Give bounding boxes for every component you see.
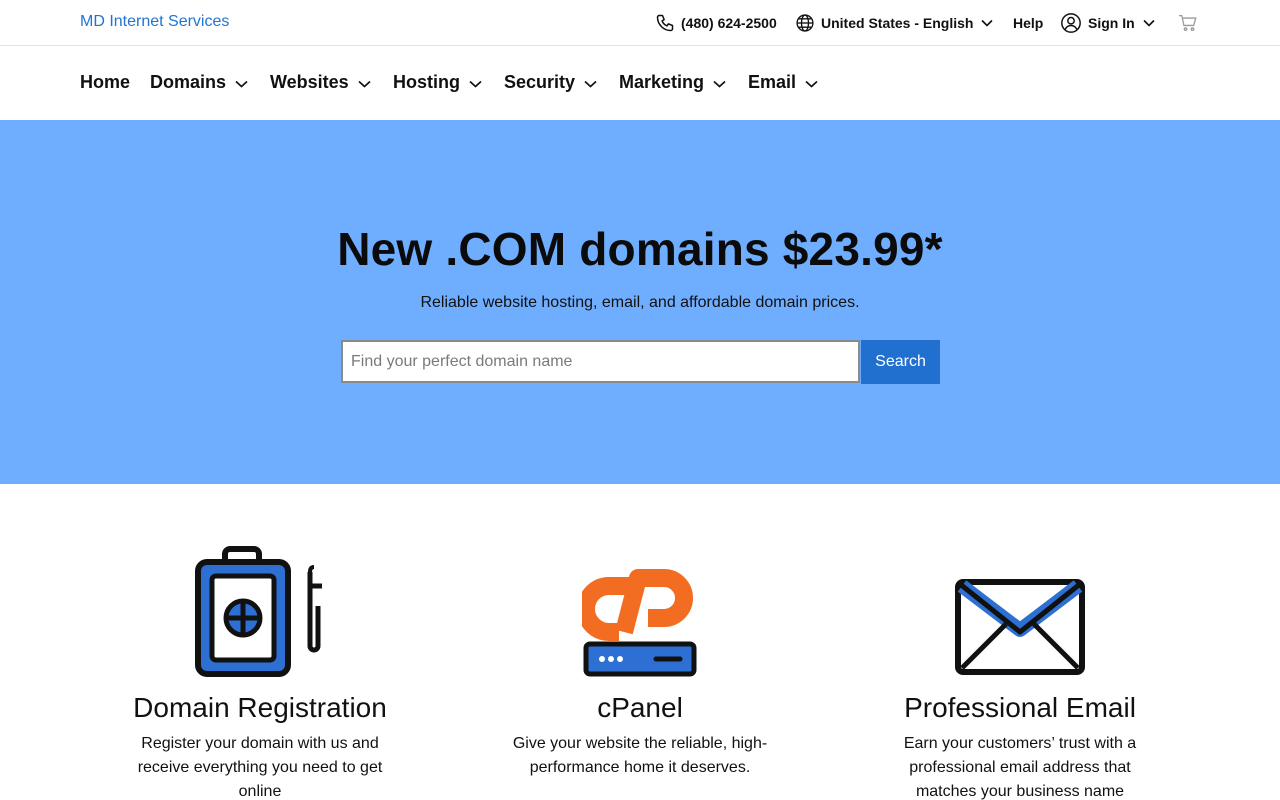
- cart-button[interactable]: [1178, 0, 1198, 46]
- feature-professional-email: Professional Email Earn your customers’ …: [840, 540, 1200, 800]
- chevron-down-icon: [235, 72, 248, 93]
- feature-title: cPanel: [597, 692, 683, 723]
- nav-item-label: Security: [504, 72, 576, 92]
- help-link[interactable]: Help: [1013, 0, 1043, 46]
- cart-icon: [1178, 14, 1198, 32]
- language-label: United States - English: [821, 15, 974, 31]
- nav-item-marketing[interactable]: Marketing: [619, 72, 726, 93]
- nav-item-label: Email: [748, 72, 797, 92]
- search-button[interactable]: Search: [861, 340, 940, 384]
- nav-item-label: Websites: [270, 72, 349, 92]
- nav-item-home[interactable]: Home: [80, 72, 130, 93]
- feature-cpanel: cPanel Give your website the reliable, h…: [460, 540, 820, 780]
- main-nav: Home Domains Websites Hosting Security M…: [0, 46, 1280, 120]
- user-icon: [1060, 12, 1082, 34]
- chevron-down-icon: [805, 72, 818, 93]
- feature-description: Give your website the reliable, high-per…: [512, 735, 768, 776]
- nav-item-label: Marketing: [619, 72, 705, 92]
- chevron-down-icon: [1143, 19, 1155, 27]
- phone-link[interactable]: (480) 624-2500: [655, 0, 777, 46]
- email-envelope-icon: [840, 540, 1200, 678]
- feature-description: Register your domain with us and receive…: [137, 735, 383, 800]
- nav-item-email[interactable]: Email: [748, 72, 818, 93]
- chevron-down-icon: [713, 72, 726, 93]
- domain-registration-icon: [80, 540, 440, 678]
- nav-item-label: Domains: [150, 72, 227, 92]
- feature-domain-registration: Domain Registration Register your domain…: [80, 540, 440, 800]
- globe-icon: [795, 13, 815, 33]
- chevron-down-icon: [584, 72, 597, 93]
- sign-in-label: Sign In: [1088, 15, 1135, 31]
- nav-item-security[interactable]: Security: [504, 72, 597, 93]
- hero-subtitle: Reliable website hosting, email, and aff…: [420, 294, 860, 311]
- feature-title: Professional Email: [904, 692, 1136, 723]
- nav-item-label: Hosting: [393, 72, 460, 92]
- language-selector[interactable]: United States - English: [795, 0, 994, 46]
- phone-number: (480) 624-2500: [681, 15, 777, 31]
- chevron-down-icon: [358, 72, 371, 93]
- brand-logo-link[interactable]: MD Internet Services: [80, 13, 229, 31]
- sign-in-menu[interactable]: Sign In: [1060, 0, 1155, 46]
- feature-description: Earn your customers’ trust with a profes…: [903, 735, 1137, 800]
- cpanel-icon: [460, 540, 820, 678]
- nav-item-domains[interactable]: Domains: [150, 72, 248, 93]
- nav-item-websites[interactable]: Websites: [270, 72, 371, 93]
- phone-icon: [655, 13, 675, 33]
- hero-banner: New .COM domains $23.99* Reliable websit…: [0, 120, 1280, 484]
- chevron-down-icon: [469, 72, 482, 93]
- hero-title: New .COM domains $23.99*: [337, 223, 943, 275]
- utility-bar: MD Internet Services (480) 624-2500 Unit…: [0, 0, 1280, 46]
- domain-search-input[interactable]: [341, 340, 860, 383]
- nav-item-label: Home: [80, 72, 131, 92]
- nav-item-hosting[interactable]: Hosting: [393, 72, 482, 93]
- chevron-down-icon: [981, 19, 994, 27]
- feature-title: Domain Registration: [133, 692, 387, 723]
